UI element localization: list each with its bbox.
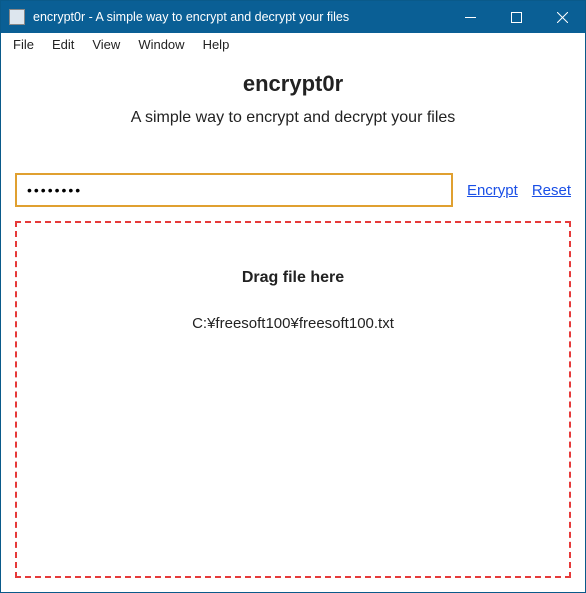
dropzone-heading: Drag file here <box>242 269 344 287</box>
encrypt-button[interactable]: Encrypt <box>467 182 518 199</box>
app-icon <box>9 9 25 25</box>
titlebar[interactable]: encrypt0r - A simple way to encrypt and … <box>1 1 585 33</box>
menubar: File Edit View Window Help <box>1 33 585 57</box>
file-dropzone[interactable]: Drag file here C:¥freesoft100¥freesoft10… <box>15 221 571 578</box>
menu-help[interactable]: Help <box>195 35 238 54</box>
menu-edit[interactable]: Edit <box>44 35 82 54</box>
menu-window[interactable]: Window <box>130 35 192 54</box>
password-input[interactable] <box>15 173 453 207</box>
page-title: encrypt0r <box>15 71 571 97</box>
reset-button[interactable]: Reset <box>532 182 571 199</box>
content-area: encrypt0r A simple way to encrypt and de… <box>1 57 585 592</box>
page-subtitle: A simple way to encrypt and decrypt your… <box>15 109 571 127</box>
window-title: encrypt0r - A simple way to encrypt and … <box>33 10 447 24</box>
input-row: Encrypt Reset <box>15 173 571 207</box>
minimize-button[interactable] <box>447 1 493 33</box>
application-window: encrypt0r - A simple way to encrypt and … <box>0 0 586 593</box>
window-controls <box>447 1 585 33</box>
dropzone-file-path: C:¥freesoft100¥freesoft100.txt <box>192 315 394 332</box>
maximize-button[interactable] <box>493 1 539 33</box>
menu-view[interactable]: View <box>84 35 128 54</box>
menu-file[interactable]: File <box>5 35 42 54</box>
close-button[interactable] <box>539 1 585 33</box>
